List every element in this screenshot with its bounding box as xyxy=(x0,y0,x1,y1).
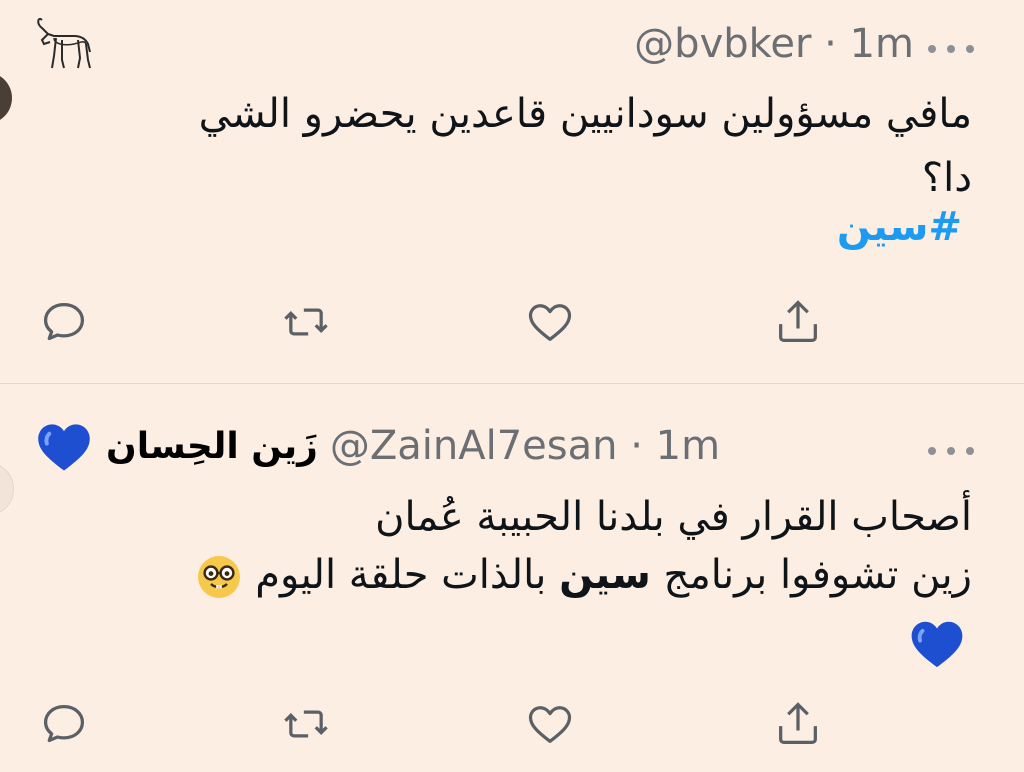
tweet-text-line: مافي مسؤولين سودانيين قاعدين يحضرو الشي xyxy=(198,91,972,137)
reply-icon xyxy=(43,303,85,341)
tweet-actions xyxy=(0,292,1024,352)
ibex-icon xyxy=(37,18,91,69)
like-button[interactable] xyxy=(520,292,580,352)
blue-heart-emoji xyxy=(911,621,963,668)
tweet-handle[interactable]: @bvbker · 1m xyxy=(634,21,914,67)
tweet-text-line: زين تشوفوا برنامج سين بالذات حلقة اليوم xyxy=(72,546,972,604)
avatar[interactable] xyxy=(0,72,12,124)
retweet-button[interactable] xyxy=(276,292,336,352)
nerd-face-emoji xyxy=(197,556,240,598)
tweet-1[interactable]: @bvbker · 1m مافي مسؤولين سودانيين قاعدي… xyxy=(0,0,1024,383)
share-icon xyxy=(779,702,817,745)
display-name[interactable]: زَين الحِسان xyxy=(106,426,318,467)
tweet-header: زَين الحِسان @ZainAl7esan · 1m xyxy=(34,416,720,476)
tweet-body: مافي مسؤولين سودانيين قاعدين يحضرو الشي … xyxy=(72,82,972,210)
more-options-icon[interactable] xyxy=(928,42,974,56)
tweet-handle[interactable]: @ZainAl7esan · 1m xyxy=(330,423,720,469)
retweet-icon xyxy=(284,710,328,738)
reply-button[interactable] xyxy=(34,694,94,754)
tweet-body: أصحاب القرار في بلدنا الحبيبة عُمان زين … xyxy=(72,488,972,604)
reply-icon xyxy=(43,705,85,743)
tweet-2[interactable]: زَين الحِسان @ZainAl7esan · 1m أصحاب الق… xyxy=(0,383,1024,772)
blue-heart-emoji xyxy=(38,424,90,471)
tweet-header: @bvbker · 1m xyxy=(634,14,914,74)
share-button[interactable] xyxy=(768,292,828,352)
retweet-icon xyxy=(284,308,328,336)
share-button[interactable] xyxy=(768,694,828,754)
like-icon xyxy=(528,706,572,743)
bold-word: سين xyxy=(559,552,651,598)
tweet-text-line: أصحاب القرار في بلدنا الحبيبة عُمان xyxy=(375,494,972,540)
tweet-text-line: دا؟ xyxy=(921,155,972,201)
like-button[interactable] xyxy=(520,694,580,754)
share-icon xyxy=(779,300,817,343)
like-icon xyxy=(528,304,572,341)
reply-button[interactable] xyxy=(34,292,94,352)
hashtag-link[interactable]: #سين xyxy=(837,204,962,250)
more-options-icon[interactable] xyxy=(928,444,974,458)
retweet-button[interactable] xyxy=(276,694,336,754)
tweet-actions xyxy=(0,694,1024,754)
avatar[interactable] xyxy=(0,462,14,516)
